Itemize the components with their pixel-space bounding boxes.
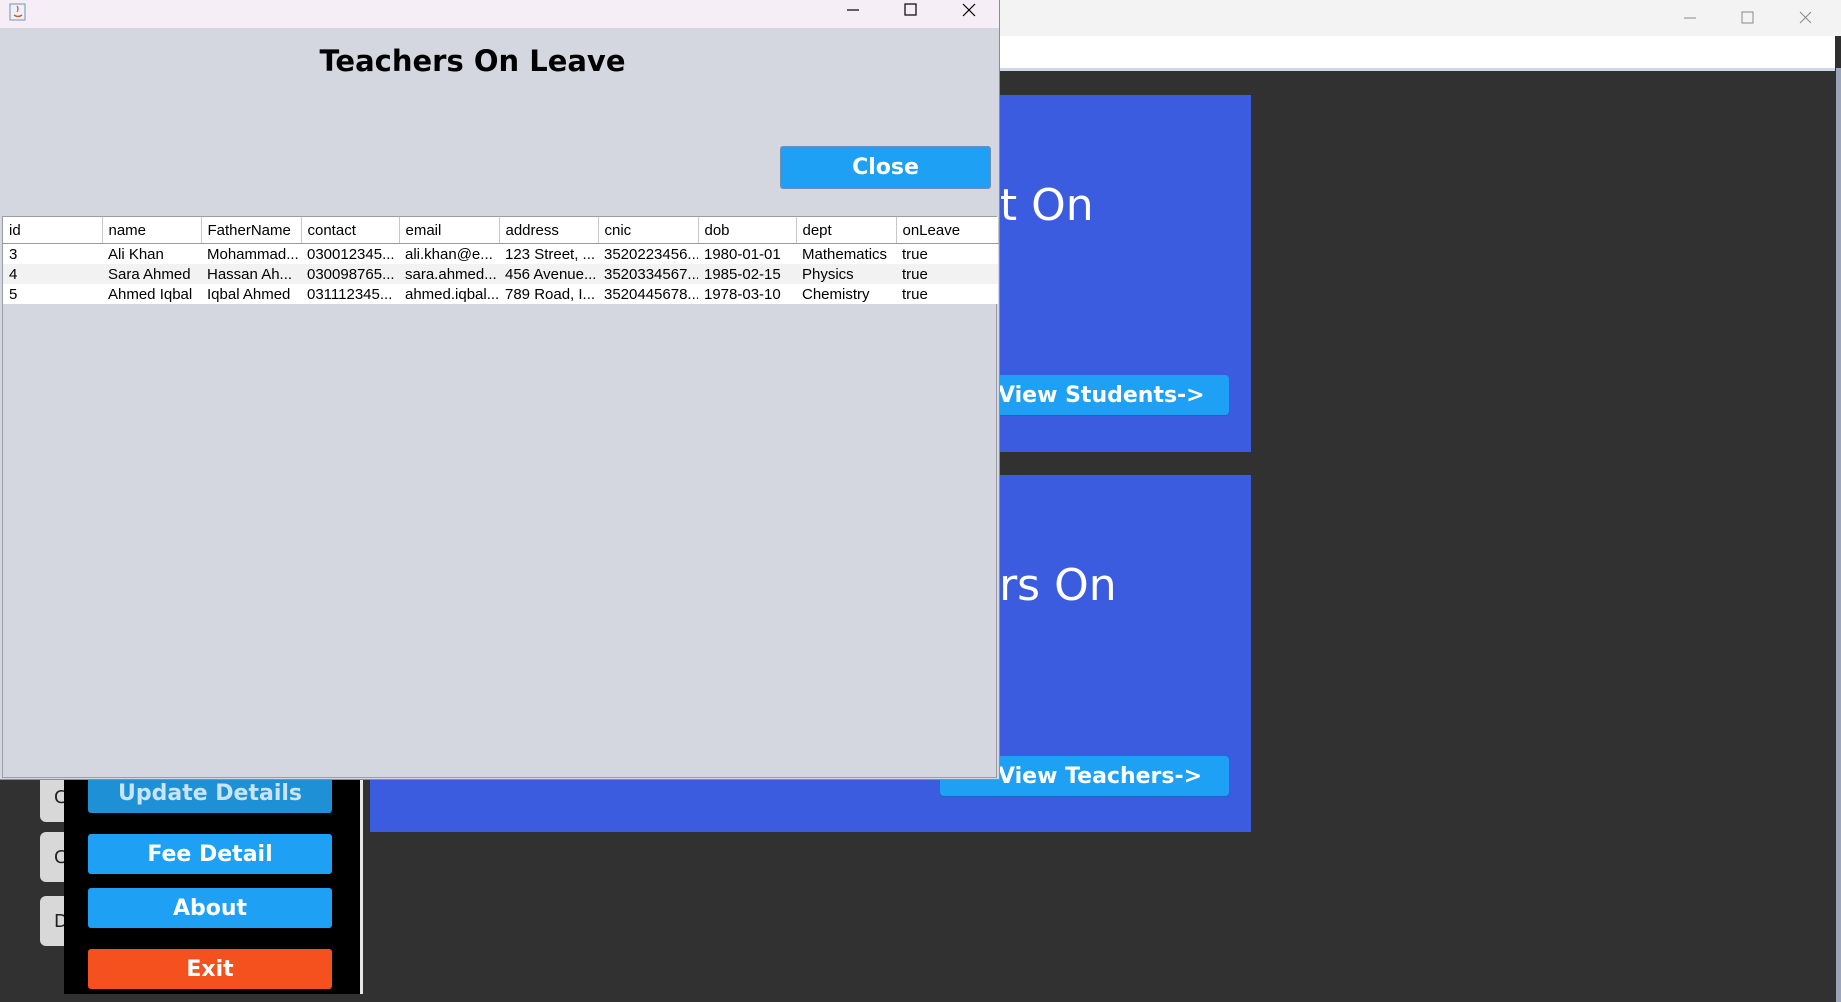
table-cell[interactable]: 789 Road, I... — [499, 284, 598, 304]
column-header[interactable]: name — [102, 217, 202, 244]
table-cell[interactable]: 1980-01-01 — [698, 243, 796, 264]
table-cell[interactable]: true — [896, 284, 998, 304]
table-cell[interactable]: Sara Ahmed — [102, 264, 201, 284]
about-button[interactable]: About — [88, 888, 332, 928]
table-cell[interactable]: Ali Khan — [102, 243, 201, 264]
dialog-maximize-button[interactable] — [891, 0, 931, 28]
teachers-table[interactable]: id name FatherName contact email address… — [3, 217, 999, 304]
column-header[interactable]: FatherName — [201, 217, 302, 244]
maximize-icon — [1741, 11, 1754, 24]
table-cell[interactable]: sara.ahmed... — [399, 264, 499, 284]
column-header[interactable]: dob — [698, 217, 797, 244]
table-cell[interactable]: ali.khan@e... — [399, 243, 499, 264]
table-cell[interactable]: Ahmed Iqbal — [102, 284, 201, 304]
main-toolbar — [1000, 36, 1835, 71]
table-cell[interactable]: 3520334567... — [598, 264, 698, 284]
table-cell[interactable]: true — [896, 264, 998, 284]
teachers-table-scrollpane[interactable]: id name FatherName contact email address… — [2, 216, 999, 778]
close-icon — [1799, 11, 1812, 24]
table-cell[interactable]: Hassan Ah... — [201, 264, 301, 284]
close-icon — [962, 3, 976, 17]
column-header[interactable]: cnic — [598, 217, 699, 244]
table-cell[interactable]: 030012345... — [301, 243, 399, 264]
table-cell[interactable]: Chemistry — [796, 284, 896, 304]
column-header[interactable]: address — [499, 217, 599, 244]
window-edge — [1836, 68, 1841, 1002]
main-titlebar — [1000, 0, 1841, 36]
fee-detail-button[interactable]: Fee Detail — [88, 834, 332, 874]
minimize-button[interactable] — [1670, 4, 1710, 32]
dialog-title: Teachers On Leave — [319, 44, 626, 78]
table-cell[interactable]: 5 — [3, 284, 102, 304]
maximize-icon — [904, 3, 917, 16]
table-cell[interactable]: Mathematics — [796, 243, 896, 264]
table-cell[interactable]: 031112345... — [301, 284, 399, 304]
table-cell[interactable]: 123 Street, ... — [499, 243, 598, 264]
exit-button[interactable]: Exit — [88, 949, 332, 989]
table-cell[interactable]: 1985-02-15 — [698, 264, 796, 284]
table-cell[interactable]: 030098765... — [301, 264, 399, 284]
table-cell[interactable]: 3 — [3, 243, 102, 264]
table-cell[interactable]: Physics — [796, 264, 896, 284]
table-row[interactable]: 3 Ali Khan Mohammad... 030012345... ali.… — [3, 243, 998, 264]
close-button[interactable]: Close — [780, 146, 991, 189]
dialog-close-window-button[interactable] — [949, 0, 989, 28]
table-cell[interactable]: 1978-03-10 — [698, 284, 796, 304]
table-cell[interactable]: 3520223456... — [598, 243, 698, 264]
table-cell[interactable]: Iqbal Ahmed — [201, 284, 301, 304]
column-header[interactable]: dept — [796, 217, 897, 244]
dialog-titlebar — [0, 0, 999, 28]
minimize-icon — [1684, 17, 1696, 19]
table-cell[interactable]: true — [896, 243, 998, 264]
teachers-on-leave-dialog: Teachers On Leave Close id name FatherNa… — [0, 0, 1000, 780]
java-app-icon — [8, 2, 28, 22]
sidebar-divider — [360, 780, 363, 994]
table-cell[interactable]: 4 — [3, 264, 102, 284]
column-header[interactable]: id — [3, 217, 103, 244]
table-header-row: id name FatherName contact email address… — [3, 217, 999, 244]
table-cell[interactable]: ahmed.iqbal... — [399, 284, 499, 304]
column-header[interactable]: contact — [301, 217, 400, 244]
column-header[interactable]: onLeave — [896, 217, 999, 244]
column-header[interactable]: email — [399, 217, 500, 244]
table-cell[interactable]: 3520445678... — [598, 284, 698, 304]
maximize-button[interactable] — [1728, 4, 1768, 32]
table-cell[interactable]: Mohammad... — [201, 243, 301, 264]
minimize-icon — [847, 9, 859, 11]
table-row[interactable]: 5 Ahmed Iqbal Iqbal Ahmed 031112345... a… — [3, 284, 998, 304]
table-cell[interactable]: 456 Avenue... — [499, 264, 598, 284]
table-row[interactable]: 4 Sara Ahmed Hassan Ah... 030098765... s… — [3, 264, 998, 284]
dialog-minimize-button[interactable] — [833, 0, 873, 28]
close-window-button[interactable] — [1786, 4, 1826, 32]
